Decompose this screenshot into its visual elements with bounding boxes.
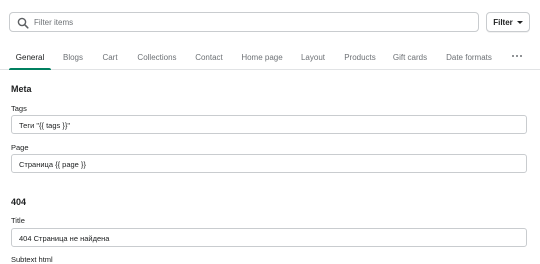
tab-label: Collections	[137, 52, 177, 62]
page-value: Страница {{ page }}	[19, 160, 86, 169]
tab-label: Layout	[300, 52, 326, 62]
subtext-html-label: Subtext html	[11, 255, 53, 264]
title-value: 404 Страница не найдена	[19, 234, 110, 243]
tab-label: Products	[344, 52, 376, 62]
tab-products[interactable]: Products	[340, 45, 380, 69]
tab-layout[interactable]: Layout	[297, 45, 329, 69]
tab-bar: General Blogs Cart Collections Contact H…	[0, 45, 540, 70]
tab-label: Cart	[102, 52, 118, 62]
tab-gift-cards[interactable]: Gift cards	[389, 45, 431, 69]
tab-label: Blogs	[62, 52, 83, 62]
tab-label: General	[15, 52, 45, 62]
tab-contact[interactable]: Contact	[190, 45, 228, 69]
page-input[interactable]: Страница {{ page }}	[11, 154, 527, 173]
filter-button-label: Filter	[493, 17, 513, 27]
tab-home-page[interactable]: Home page	[237, 45, 287, 69]
tags-value: Теги "{{ tags }}"	[19, 121, 71, 130]
filter-button[interactable]: Filter	[486, 12, 530, 32]
title-label: Title	[11, 216, 25, 225]
tab-date-formats[interactable]: Date formats	[442, 45, 496, 69]
page-label: Page	[11, 143, 29, 152]
tab-general[interactable]: General	[9, 45, 51, 70]
toolbar: Filter	[9, 12, 530, 34]
more-tabs-icon[interactable]	[512, 55, 522, 57]
tags-input[interactable]: Теги "{{ tags }}"	[11, 115, 527, 134]
section-title-meta: Meta	[11, 84, 32, 94]
search-input[interactable]	[34, 15, 464, 30]
title-input[interactable]: 404 Страница не найдена	[11, 228, 527, 247]
tab-blogs[interactable]: Blogs	[58, 45, 88, 69]
search-icon	[17, 17, 29, 29]
caret-down-icon	[516, 20, 523, 24]
tags-label: Tags	[11, 104, 27, 113]
tab-collections[interactable]: Collections	[133, 45, 181, 69]
tab-cart[interactable]: Cart	[97, 45, 123, 69]
section-title-404: 404	[11, 197, 27, 207]
tab-label: Gift cards	[392, 52, 428, 62]
tab-label: Home page	[241, 52, 283, 62]
tab-label: Date formats	[446, 52, 492, 62]
tab-label: Contact	[195, 52, 223, 62]
search-box[interactable]	[9, 12, 479, 32]
